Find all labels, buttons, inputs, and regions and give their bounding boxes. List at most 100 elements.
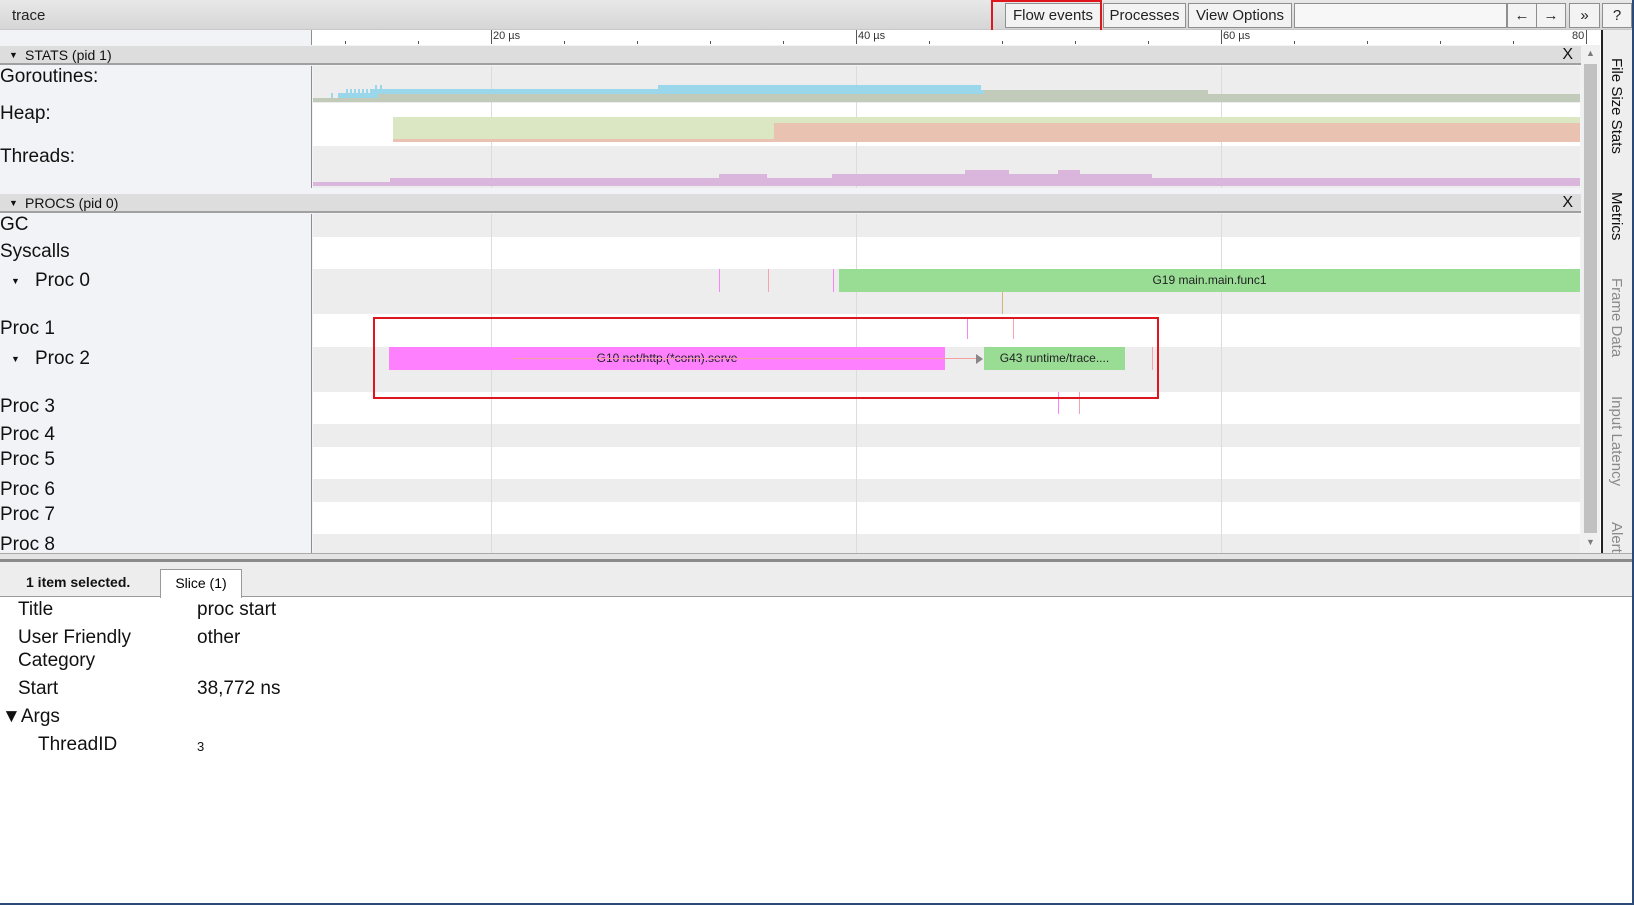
help-icon: ? (1612, 7, 1622, 24)
side-panel-tabs: File Size Stats Metrics Frame Data Input… (1601, 30, 1632, 553)
event-mark[interactable] (719, 269, 720, 292)
side-tab-metrics[interactable]: Metrics (1608, 192, 1625, 240)
side-tab-alerts[interactable]: Alerts (1608, 522, 1625, 553)
scrollbar-thumb[interactable] (1584, 64, 1597, 533)
collapse-triangle-icon[interactable]: ▼ (9, 46, 18, 64)
close-procs-button[interactable]: X (1562, 194, 1573, 212)
arrow-left-icon: ← (1514, 7, 1530, 24)
expand-panel-button[interactable]: » (1569, 3, 1600, 28)
threads-bar (1058, 170, 1080, 175)
grid-line (1221, 502, 1222, 534)
event-mark[interactable] (1002, 292, 1003, 314)
side-tab-input-latency[interactable]: Input Latency (1608, 396, 1625, 486)
event-mark[interactable] (1013, 317, 1014, 339)
proc-1-label: Proc 1 (0, 314, 312, 347)
proc-0-track[interactable]: G19 main.main.func1 (313, 269, 1580, 314)
procs-section-header[interactable]: ▼ PROCS (pid 0) X (0, 194, 1581, 213)
goroutines-runnable-bar (983, 90, 1208, 98)
procs-section-title: PROCS (pid 0) (25, 195, 119, 211)
close-stats-button[interactable]: X (1562, 46, 1573, 64)
ruler-tick-minor (1513, 41, 1514, 44)
grid-line (491, 392, 492, 424)
grid-line (1221, 534, 1222, 553)
top-toolbar: trace Flow events Processes View Options… (0, 0, 1632, 30)
scroll-up-arrow-icon[interactable]: ▲ (1581, 45, 1600, 62)
proc-2-label[interactable]: ▼ Proc 2 (0, 347, 312, 392)
expand-triangle-icon[interactable]: ▼ (11, 347, 20, 371)
ruler-tick-minor (564, 41, 565, 44)
collapse-triangle-icon[interactable]: ▼ (9, 194, 18, 212)
side-tab-frame-data[interactable]: Frame Data (1608, 278, 1625, 357)
gc-track[interactable] (313, 214, 1580, 237)
slice-g43[interactable]: G43 runtime/trace.... (984, 347, 1125, 370)
grid-line (856, 237, 857, 269)
ruler-tick-minor (637, 41, 638, 44)
proc-8-track[interactable] (313, 534, 1580, 553)
event-mark[interactable] (1079, 392, 1080, 414)
grid-line (856, 447, 857, 479)
grid-line (491, 447, 492, 479)
event-mark[interactable] (1152, 347, 1153, 370)
proc-6-track[interactable] (313, 479, 1580, 502)
selection-count: 1 item selected. (26, 574, 131, 590)
grid-line (1221, 479, 1222, 502)
grid-line (1221, 392, 1222, 424)
side-tab-file-size-stats[interactable]: File Size Stats (1608, 58, 1625, 154)
row-label-text: Threads: (0, 146, 75, 167)
grid-line (856, 502, 857, 534)
goroutines-track[interactable] (313, 66, 1580, 103)
row-label-text: Proc 3 (0, 396, 55, 417)
slice-g19[interactable]: G19 main.main.func1 (839, 269, 1580, 292)
timeline-scrollbar[interactable]: ▲ ▼ (1581, 45, 1600, 553)
ruler-tick-minor (1148, 41, 1149, 44)
row-label-text: Proc 5 (0, 449, 55, 470)
view-options-button[interactable]: View Options (1188, 3, 1292, 28)
heap-track[interactable] (313, 103, 1580, 146)
grid-line (856, 479, 857, 502)
help-button[interactable]: ? (1602, 3, 1632, 28)
ruler-tick-minor (710, 41, 711, 44)
time-ruler[interactable]: 20 µs 40 µs 60 µs 80 (313, 30, 1587, 45)
scroll-down-arrow-icon[interactable]: ▼ (1581, 534, 1600, 551)
goroutines-runnable-bar (313, 98, 1580, 102)
row-label-text: Proc 1 (0, 318, 55, 339)
expand-triangle-icon[interactable]: ▼ (11, 269, 20, 293)
event-mark[interactable] (967, 317, 968, 339)
ruler-tick-label: 60 µs (1223, 30, 1251, 42)
grid-line (491, 214, 492, 237)
event-mark[interactable] (768, 269, 769, 292)
tab-slice[interactable]: Slice (1) (160, 569, 242, 598)
grid-line (1221, 214, 1222, 237)
goroutines-running-bar (375, 85, 383, 89)
arrow-right-icon: → (1543, 7, 1559, 24)
threads-track[interactable] (313, 146, 1580, 188)
event-mark[interactable] (833, 269, 834, 292)
flow-events-button[interactable]: Flow events (1005, 3, 1101, 28)
syscalls-track[interactable] (313, 237, 1580, 269)
next-result-button[interactable]: → (1536, 3, 1566, 28)
processes-button[interactable]: Processes (1103, 3, 1186, 28)
ruler-tick-minor (1367, 41, 1368, 44)
proc-1-track[interactable] (313, 314, 1580, 347)
goroutines-runnable-bar (668, 94, 774, 102)
threads-bar (313, 182, 1580, 186)
proc-3-label: Proc 3 (0, 392, 312, 424)
proc-7-track[interactable] (313, 502, 1580, 534)
proc-4-track[interactable] (313, 424, 1580, 447)
timeline-viewport[interactable]: ▼ STATS (pid 1) X Goroutines: Heap: Thre… (0, 45, 1581, 553)
event-mark[interactable] (1058, 392, 1059, 414)
proc-0-label[interactable]: ▼ Proc 0 (0, 269, 312, 314)
row-label-text: Goroutines: (0, 66, 99, 87)
flow-arrow-head-icon (976, 354, 983, 364)
args-toggle[interactable]: ▼Args (2, 705, 60, 728)
proc-2-track[interactable]: G10 net/http.(*conn).serve G43 runtime/t… (313, 347, 1580, 392)
panel-splitter[interactable] (0, 553, 1632, 562)
search-input[interactable] (1294, 3, 1507, 28)
proc-5-track[interactable] (313, 447, 1580, 479)
proc-3-track[interactable] (313, 392, 1580, 424)
prev-result-button[interactable]: ← (1507, 3, 1537, 28)
threads-label: Threads: (0, 146, 312, 188)
field-start-key: Start (18, 678, 59, 699)
stats-section-header[interactable]: ▼ STATS (pid 1) X (0, 46, 1581, 65)
proc-4-label: Proc 4 (0, 424, 312, 447)
